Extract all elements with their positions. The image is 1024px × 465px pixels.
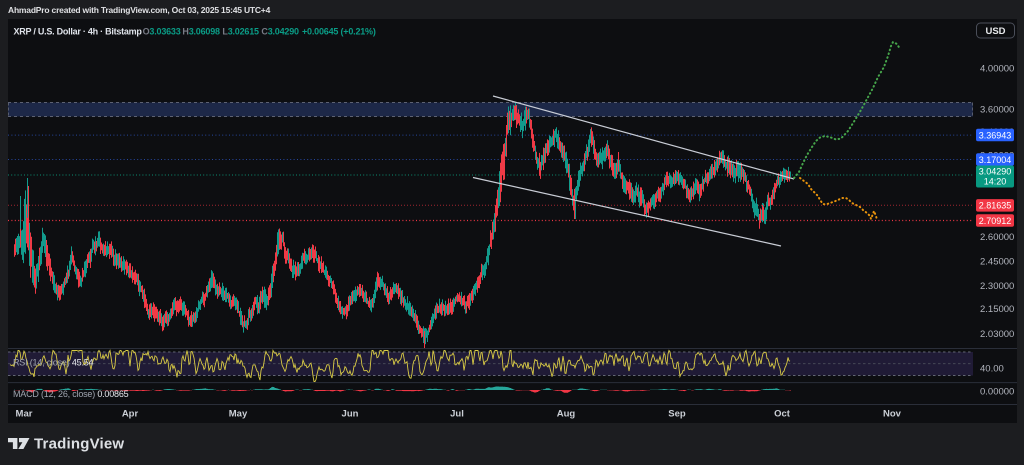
- svg-text:Oct: Oct: [774, 409, 791, 420]
- svg-text:2.70912: 2.70912: [979, 216, 1012, 226]
- svg-text:Aug: Aug: [557, 409, 576, 420]
- svg-text:Sep: Sep: [668, 409, 686, 420]
- svg-text:3.60000: 3.60000: [980, 105, 1014, 116]
- svg-text:USD: USD: [985, 26, 1005, 37]
- svg-text:3.17004: 3.17004: [979, 155, 1012, 165]
- svg-text:MACD (12, 26, close) 0.00865: MACD (12, 26, close) 0.00865: [13, 389, 129, 399]
- svg-text:TradingView: TradingView: [34, 436, 124, 453]
- svg-text:2.45000: 2.45000: [980, 256, 1014, 267]
- svg-text:40.00: 40.00: [980, 364, 1004, 375]
- svg-text:XRP / U.S. Dollar · 4h · Bitst: XRP / U.S. Dollar · 4h · Bitstamp: [14, 27, 143, 37]
- svg-text:RSI (14, close) 45.54: RSI (14, close) 45.54: [13, 358, 94, 368]
- svg-text:3.36943: 3.36943: [979, 130, 1012, 140]
- svg-text:Mar: Mar: [16, 409, 33, 420]
- svg-text:Jul: Jul: [450, 409, 464, 420]
- svg-text:Nov: Nov: [883, 409, 902, 420]
- svg-text:Jun: Jun: [342, 409, 359, 420]
- svg-text:4.00000: 4.00000: [980, 63, 1014, 74]
- svg-text:2.60000: 2.60000: [980, 232, 1014, 243]
- svg-text:0.00000: 0.00000: [980, 386, 1014, 397]
- svg-text:May: May: [229, 409, 248, 420]
- svg-text:14:20: 14:20: [984, 177, 1007, 187]
- svg-text:2.30000: 2.30000: [980, 281, 1014, 292]
- svg-text:2.03000: 2.03000: [980, 329, 1014, 340]
- svg-text:3.04290: 3.04290: [979, 167, 1012, 177]
- svg-text:2.81635: 2.81635: [979, 201, 1012, 211]
- svg-text:2.15000: 2.15000: [980, 304, 1014, 315]
- svg-text:Apr: Apr: [122, 409, 139, 420]
